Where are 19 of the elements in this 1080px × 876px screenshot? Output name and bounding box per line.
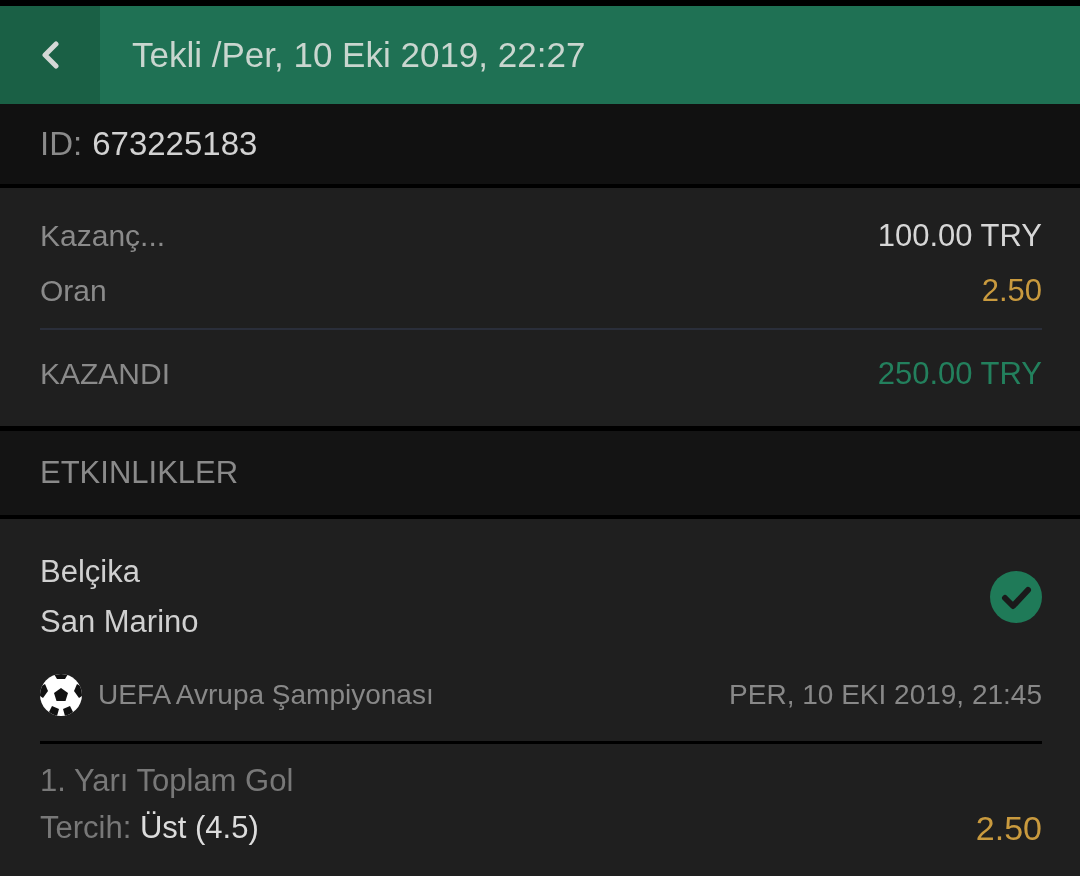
soccer-ball-icon [40, 674, 82, 716]
league-name: UEFA Avrupa Şampiyonası [98, 679, 434, 711]
summary-value: 100.00 TRY [877, 217, 1042, 254]
pick-text: Tercih: Üst (4.5) [40, 810, 259, 846]
event-date: PER, 10 EKI 2019, 21:45 [729, 679, 1042, 711]
id-label: ID: [40, 125, 83, 163]
back-button[interactable] [0, 6, 100, 104]
result-value: 250.00 TRY [877, 356, 1042, 392]
team-name: Belçika [40, 553, 140, 591]
id-value: 673225183 [92, 125, 258, 163]
market-name: 1. Yarı Toplam Gol [40, 763, 294, 799]
event-odds: 2.50 [975, 808, 1042, 848]
summary-value: 2.50 [981, 272, 1042, 309]
header-title: Tekli /Per, 10 Eki 2019, 22:27 [132, 35, 586, 75]
chevron-left-icon [41, 41, 59, 69]
result-label: KAZANDI [40, 357, 171, 391]
summary-label: Oran [40, 273, 107, 308]
summary-label: Kazanç... [40, 218, 166, 253]
team-name: San Marino [40, 603, 199, 641]
